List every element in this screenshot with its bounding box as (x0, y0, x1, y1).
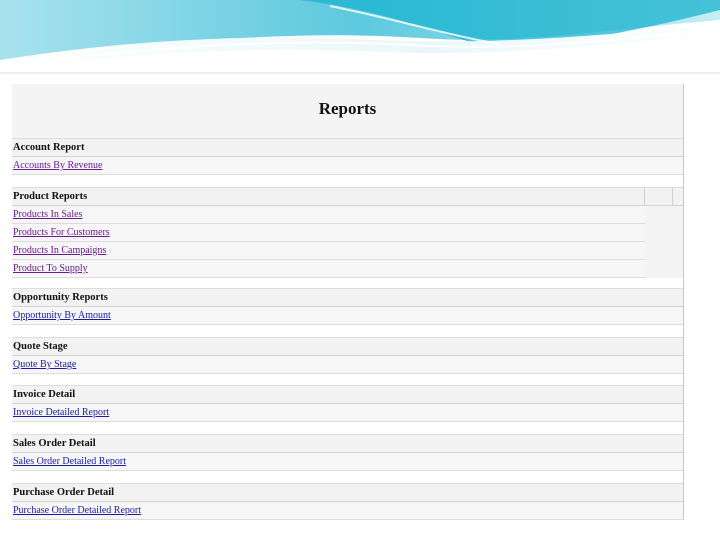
section-header-label: Product Reports (13, 191, 88, 202)
section-product-reports: Product Reports Products In Sales Produc… (12, 187, 683, 278)
section-opportunity-reports: Opportunity Reports Opportunity By Amoun… (12, 288, 683, 325)
list-item: Products In Campaigns (12, 242, 645, 260)
link-accounts-by-revenue[interactable]: Accounts By Revenue (13, 160, 102, 171)
title-bar: Reports (12, 84, 683, 139)
reports-panel: Reports Account Report Accounts By Reven… (12, 84, 684, 520)
list-item: Products In Sales (12, 206, 645, 224)
section-header: Opportunity Reports (12, 288, 683, 307)
list-item: Sales Order Detailed Report (12, 453, 683, 471)
section-purchase-order-detail: Purchase Order Detail Purchase Order Det… (12, 483, 683, 520)
column-separator (644, 188, 645, 205)
list-item: Quote By Stage (12, 356, 683, 374)
list-item: Invoice Detailed Report (12, 404, 683, 422)
section-header: Sales Order Detail (12, 434, 683, 453)
list-item: Products For Customers (12, 224, 645, 242)
link-invoice-detailed-report[interactable]: Invoice Detailed Report (13, 407, 109, 418)
footer-area (0, 522, 720, 540)
section-account-report: Account Report Accounts By Revenue (12, 138, 683, 175)
link-quote-by-stage[interactable]: Quote By Stage (13, 359, 76, 370)
link-products-in-sales[interactable]: Products In Sales (13, 209, 82, 220)
section-header: Purchase Order Detail (12, 483, 683, 502)
section-sales-order-detail: Sales Order Detail Sales Order Detailed … (12, 434, 683, 471)
list-item: Product To Supply (12, 260, 645, 278)
section-header: Account Report (12, 138, 683, 157)
header-divider (0, 72, 720, 74)
column-separator (672, 188, 673, 205)
list-item: Accounts By Revenue (12, 157, 683, 175)
list-item: Purchase Order Detailed Report (12, 502, 683, 520)
page-title: Reports (318, 99, 377, 118)
section-header: Product Reports (12, 187, 683, 206)
link-product-to-supply[interactable]: Product To Supply (13, 263, 88, 274)
section-header: Quote Stage (12, 337, 683, 356)
link-purchase-order-detailed-report[interactable]: Purchase Order Detailed Report (13, 505, 141, 516)
link-products-for-customers[interactable]: Products For Customers (13, 227, 110, 238)
link-products-in-campaigns[interactable]: Products In Campaigns (13, 245, 106, 256)
section-header: Invoice Detail (12, 385, 683, 404)
link-sales-order-detailed-report[interactable]: Sales Order Detailed Report (13, 456, 126, 467)
section-quote-stage: Quote Stage Quote By Stage (12, 337, 683, 374)
list-item: Opportunity By Amount (12, 307, 683, 325)
link-opportunity-by-amount[interactable]: Opportunity By Amount (13, 310, 111, 321)
section-invoice-detail: Invoice Detail Invoice Detailed Report (12, 385, 683, 422)
slide: Reports Account Report Accounts By Reven… (0, 0, 720, 540)
header-wave-decoration (0, 0, 720, 70)
